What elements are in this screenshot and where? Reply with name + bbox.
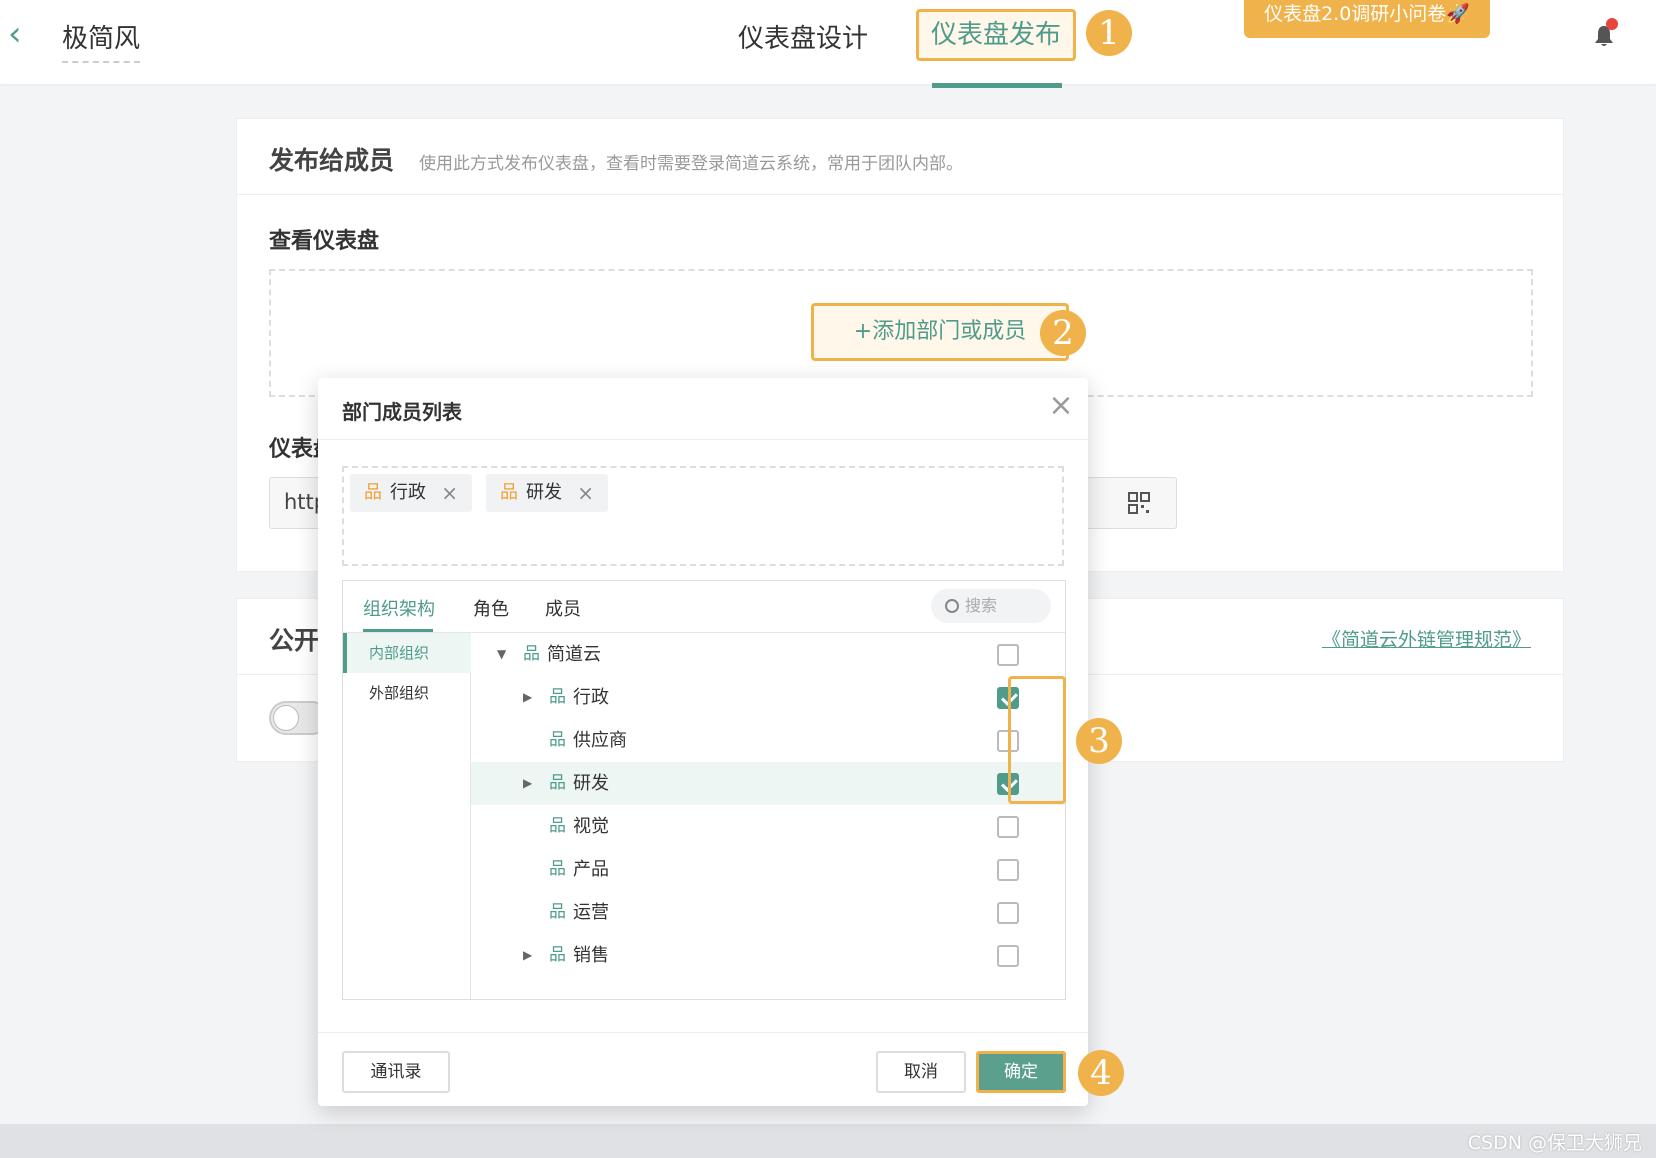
bottom-bar — [0, 1124, 1656, 1158]
contacts-button[interactable]: 通讯录 — [342, 1051, 450, 1093]
search-icon — [945, 599, 959, 613]
tree-node-label: 运营 — [573, 902, 609, 923]
qr-code-icon[interactable] — [1127, 491, 1151, 515]
tree-node-label: 视觉 — [573, 816, 609, 837]
tree-node-label: 简道云 — [547, 644, 601, 665]
tree-node-checkbox[interactable] — [997, 773, 1019, 795]
search-placeholder: 搜索 — [965, 596, 998, 615]
org-tree-icon: 品 — [549, 945, 566, 965]
active-tab-underline — [363, 629, 433, 632]
tree-row[interactable]: 品视觉 — [471, 805, 1065, 848]
toggle-knob — [273, 705, 299, 731]
picker-tabs: 组织架构 角色 成员 搜索 — [343, 581, 1065, 633]
top-bar: ‹ 极简风 仪表盘设计 仪表盘发布 1 仪表盘2.0调研小问卷🚀 — [0, 0, 1656, 88]
step-badge-2: 2 — [1040, 310, 1086, 356]
tree-row[interactable]: ▶ 品研发 — [471, 762, 1065, 805]
selected-chip: 品研发 × — [486, 474, 608, 512]
close-icon[interactable]: × — [1046, 391, 1076, 422]
step-badge-3: 3 — [1076, 718, 1122, 764]
watermark: CSDN @保卫大狮兄 — [1467, 1132, 1642, 1154]
org-tree-icon: 品 — [523, 644, 540, 664]
tree-node-label: 销售 — [573, 945, 609, 966]
tree-node-label: 供应商 — [573, 730, 627, 751]
org-type-sidebar: 内部组织 外部组织 — [343, 633, 471, 999]
org-tree-icon: 品 — [364, 482, 382, 503]
org-tree-icon: 品 — [549, 859, 566, 879]
survey-button[interactable]: 仪表盘2.0调研小问卷🚀 — [1244, 0, 1490, 38]
tab-members[interactable]: 成员 — [545, 595, 581, 621]
tab-dashboard-design[interactable]: 仪表盘设计 — [738, 18, 868, 55]
tree-row[interactable]: 品供应商 — [471, 719, 1065, 762]
org-picker: 组织架构 角色 成员 搜索 内部组织 外部组织 ▼ 品简道云 ▶ 品行政品供应商 ▶ 品研… — [342, 580, 1066, 1000]
cancel-button[interactable]: 取消 — [876, 1051, 966, 1093]
tree-row[interactable]: ▶ 品销售 — [471, 934, 1065, 977]
chip-label: 行政 — [390, 482, 426, 503]
tree-node-label: 产品 — [573, 859, 609, 880]
tab-dashboard-publish[interactable]: 仪表盘发布 — [916, 9, 1076, 61]
section-title: 发布给成员 — [269, 146, 395, 175]
tree-node-checkbox[interactable] — [997, 945, 1019, 967]
tree-node-checkbox[interactable] — [997, 644, 1019, 666]
tab-roles[interactable]: 角色 — [473, 595, 509, 621]
view-dashboard-title: 查看仪表盘 — [269, 229, 380, 254]
tree-row[interactable]: ▼ 品简道云 — [471, 633, 1065, 676]
chip-label: 研发 — [526, 482, 562, 503]
tree-node-label: 行政 — [573, 687, 609, 708]
public-section-title: 公开 — [269, 626, 320, 655]
tree-node-checkbox[interactable] — [997, 902, 1019, 924]
remove-icon[interactable]: × — [441, 474, 458, 512]
notification-dot — [1606, 18, 1618, 30]
dialog-title: 部门成员列表 — [342, 400, 462, 424]
caret-right-icon[interactable]: ▶ — [523, 934, 532, 977]
tree-row[interactable]: 品产品 — [471, 848, 1065, 891]
caret-right-icon[interactable]: ▶ — [523, 762, 532, 805]
active-tab-indicator — [932, 83, 1062, 88]
tree-node-checkbox[interactable] — [997, 687, 1019, 709]
tree-node-checkbox[interactable] — [997, 816, 1019, 838]
org-tree: ▼ 品简道云 ▶ 品行政品供应商 ▶ 品研发品视觉品产品品运营 ▶ 品销售 — [471, 633, 1065, 999]
caret-down-icon[interactable]: ▼ — [497, 633, 506, 676]
sidebar-item-internal[interactable]: 内部组织 — [343, 633, 471, 673]
org-tree-icon: 品 — [549, 687, 566, 707]
rules-link[interactable]: 《简道云外链管理规范》 — [1322, 625, 1531, 652]
selected-items-box: 品行政 × 品研发 × — [342, 466, 1064, 566]
org-tree-icon: 品 — [549, 773, 566, 793]
member-list-dialog: 部门成员列表 × 品行政 × 品研发 × 组织架构 角色 成员 搜索 内部组织 … — [318, 378, 1088, 1106]
selected-chip: 品行政 × — [350, 474, 472, 512]
caret-right-icon[interactable]: ▶ — [523, 676, 532, 719]
sidebar-item-external[interactable]: 外部组织 — [343, 673, 471, 713]
remove-icon[interactable]: × — [577, 474, 594, 512]
add-dept-or-member-button[interactable]: +添加部门或成员 — [811, 303, 1069, 361]
tab-org-structure[interactable]: 组织架构 — [363, 595, 435, 621]
section-description: 使用此方式发布仪表盘，查看时需要登录简道云系统，常用于团队内部。 — [419, 154, 963, 174]
org-tree-icon: 品 — [549, 816, 566, 836]
tree-row[interactable]: 品运营 — [471, 891, 1065, 934]
tree-node-checkbox[interactable] — [997, 859, 1019, 881]
step-badge-1: 1 — [1086, 10, 1132, 56]
dialog-footer: 通讯录 取消 确定 — [318, 1032, 1088, 1106]
tree-row[interactable]: ▶ 品行政 — [471, 676, 1065, 719]
org-tree-icon: 品 — [500, 482, 518, 503]
tree-node-checkbox[interactable] — [997, 730, 1019, 752]
confirm-button[interactable]: 确定 — [976, 1051, 1066, 1093]
org-tree-icon: 品 — [549, 730, 566, 750]
back-icon[interactable]: ‹ — [8, 17, 36, 52]
step-badge-4: 4 — [1078, 1050, 1124, 1096]
org-tree-icon: 品 — [549, 902, 566, 922]
tree-node-label: 研发 — [573, 773, 609, 794]
search-input[interactable]: 搜索 — [931, 589, 1051, 623]
app-title[interactable]: 极简风 — [62, 18, 141, 63]
